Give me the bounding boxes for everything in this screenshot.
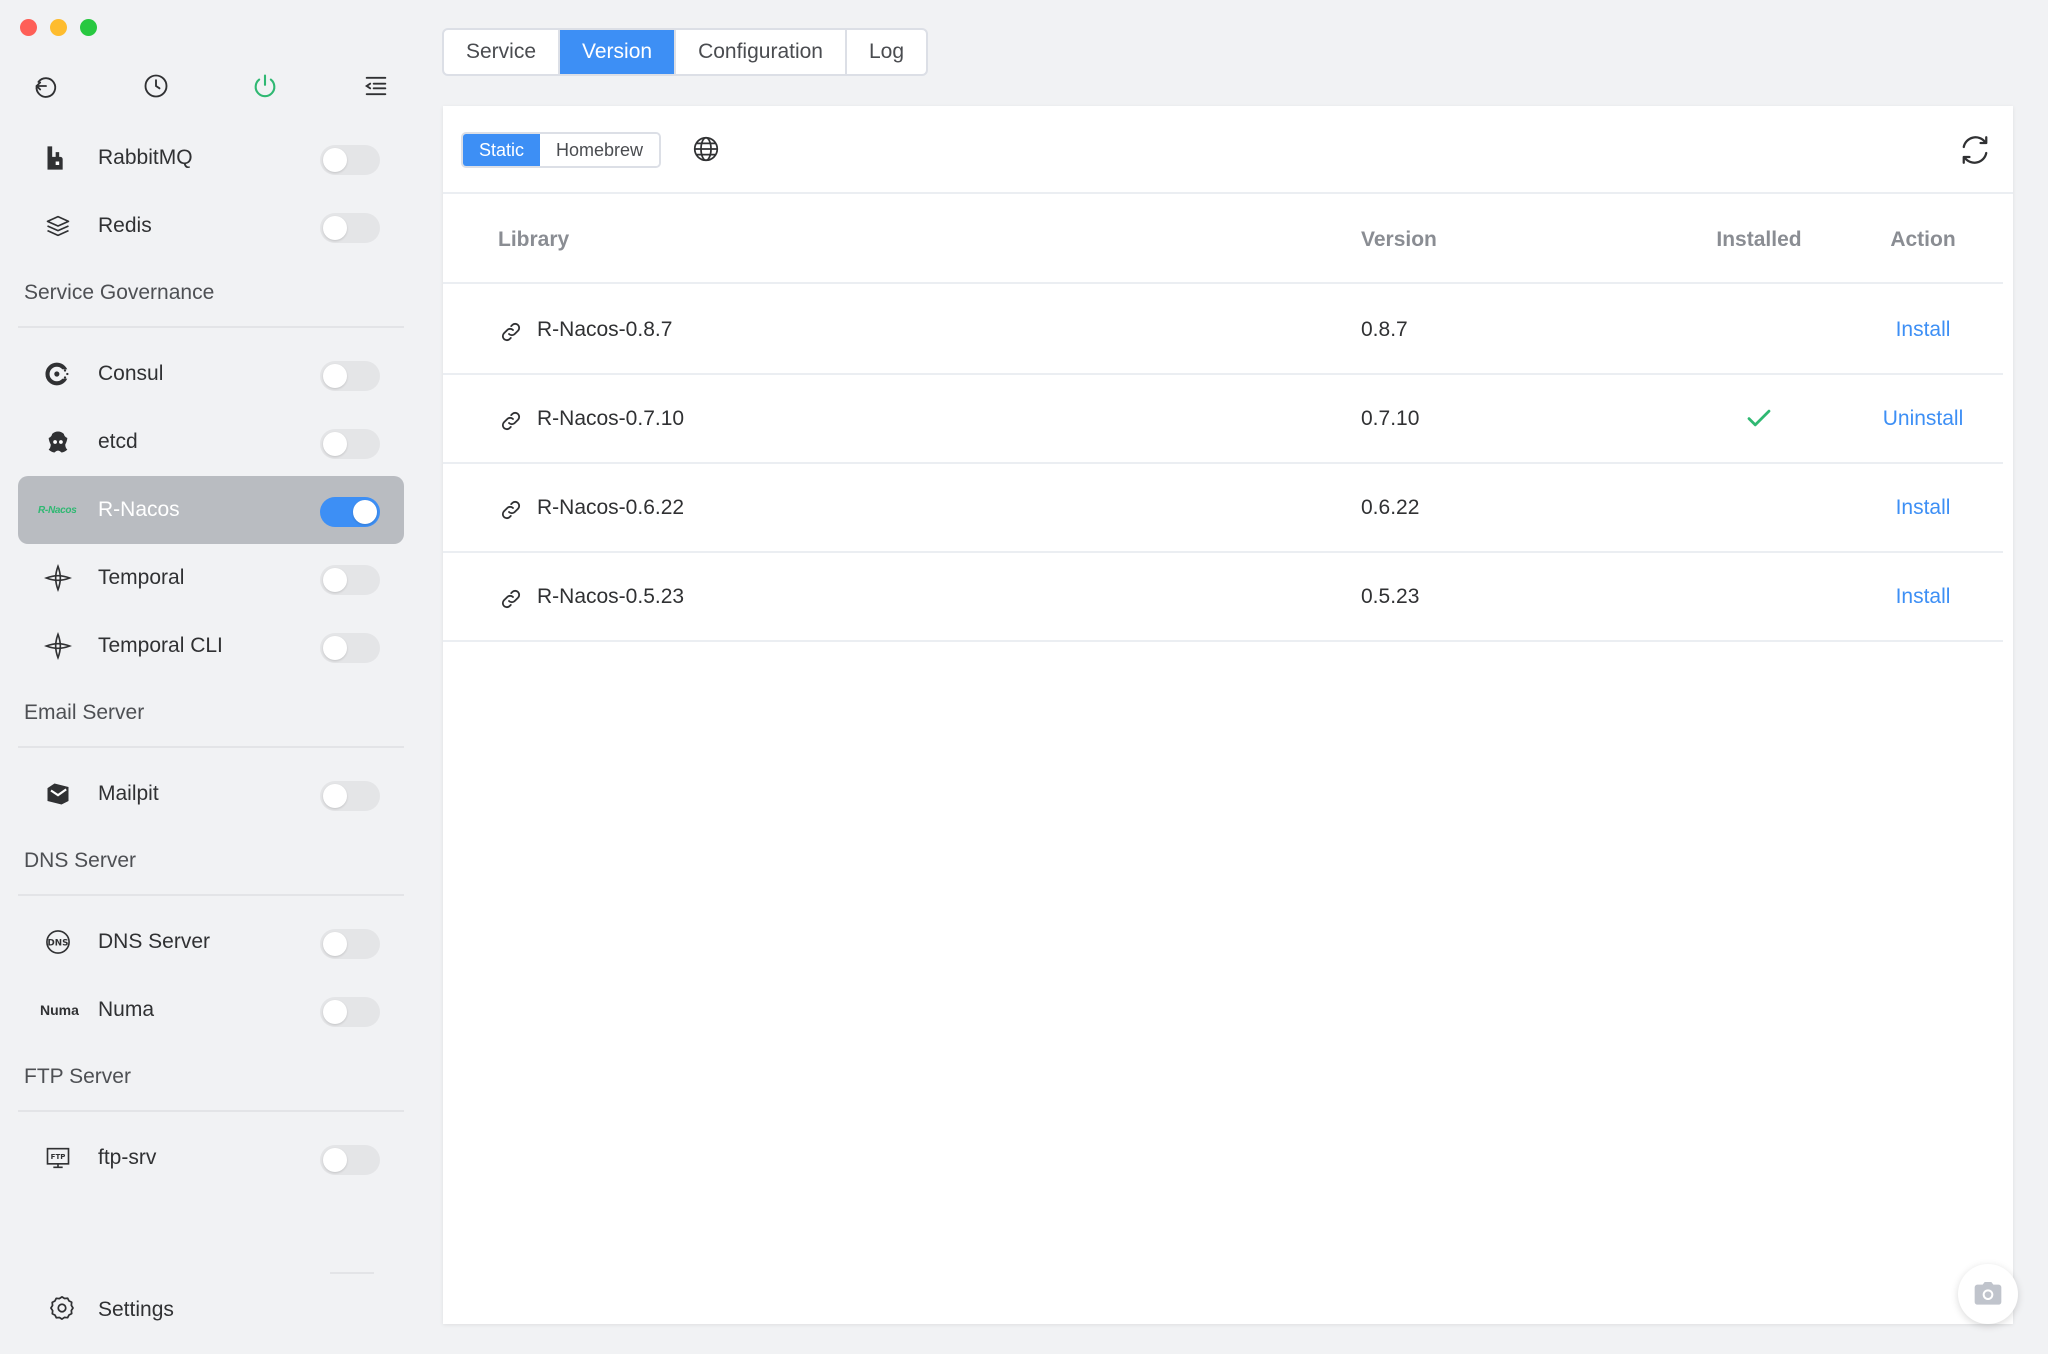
table-row: R-Nacos-0.5.23 0.5.23 Install xyxy=(443,553,2003,642)
tab-log[interactable]: Log xyxy=(847,30,926,74)
settings-label: Settings xyxy=(98,1298,174,1321)
version-cell: 0.5.23 xyxy=(1361,585,1420,608)
svg-text:FTP: FTP xyxy=(51,1153,66,1161)
etcd-toggle[interactable] xyxy=(320,429,380,459)
version-cell: 0.7.10 xyxy=(1361,407,1420,430)
sidebar-item-label: Numa xyxy=(98,998,155,1021)
power-icon[interactable] xyxy=(249,70,281,102)
ftp-srv-toggle[interactable] xyxy=(320,1145,380,1175)
table-row: R-Nacos-0.8.7 0.8.7 Install xyxy=(443,286,2003,375)
sidebar-item-label: Temporal CLI xyxy=(98,634,223,657)
sidebar-item-label: DNS Server xyxy=(98,930,211,953)
table-row: R-Nacos-0.6.22 0.6.22 Install xyxy=(443,464,2003,553)
header-version: Version xyxy=(1361,228,1437,251)
sidebar-item-redis[interactable]: Redis xyxy=(18,192,404,260)
library-name: R-Nacos-0.7.10 xyxy=(537,407,685,430)
sidebar-item-consul[interactable]: Consul xyxy=(18,340,404,408)
tab-version[interactable]: Version xyxy=(560,30,677,74)
zoom-window-button[interactable] xyxy=(80,19,97,36)
library-name: R-Nacos-0.6.22 xyxy=(537,496,685,519)
header-action: Action xyxy=(1890,228,1956,251)
tab-service[interactable]: Service xyxy=(444,30,561,74)
link-icon[interactable] xyxy=(499,320,523,344)
version-cell: 0.8.7 xyxy=(1361,318,1408,341)
install-button[interactable]: Install xyxy=(1843,318,2003,342)
homebrew-source-button[interactable]: Homebrew xyxy=(540,134,660,166)
section-title-dns-server: DNS Server xyxy=(18,828,404,896)
mailpit-toggle[interactable] xyxy=(320,781,380,811)
sidebar-item-dns-server[interactable]: DNS DNS Server xyxy=(18,908,404,976)
refresh-icon[interactable] xyxy=(1957,132,1993,168)
traffic-lights xyxy=(20,19,97,36)
sidebar-item-ftp-srv[interactable]: FTP ftp-srv xyxy=(18,1124,404,1192)
source-toggle: Static Homebrew xyxy=(461,132,662,168)
section-title-ftp-server: FTP Server xyxy=(18,1044,404,1112)
version-cell: 0.6.22 xyxy=(1361,496,1420,519)
sidebar-item-label: etcd xyxy=(98,430,138,453)
screenshot-button[interactable] xyxy=(1958,1264,2018,1324)
divider xyxy=(330,1272,374,1274)
table-row: R-Nacos-0.7.10 0.7.10 Uninstall xyxy=(443,375,2003,464)
sidebar-item-settings[interactable]: Settings xyxy=(18,1276,404,1344)
link-icon[interactable] xyxy=(499,498,523,522)
version-panel: Static Homebrew Library Version Installe… xyxy=(443,106,2013,1324)
camera-icon xyxy=(1974,1282,2002,1305)
sidebar-item-label: Consul xyxy=(98,362,164,385)
install-button[interactable]: Install xyxy=(1843,496,2003,520)
gear-icon xyxy=(48,1294,76,1327)
main-tabs: Service Version Configuration Log xyxy=(442,28,929,76)
redis-toggle[interactable] xyxy=(320,213,380,243)
sidebar-item-label: Temporal xyxy=(98,566,185,589)
link-icon[interactable] xyxy=(499,409,523,433)
sidebar: RabbitMQ Redis Service Governance Consul xyxy=(18,124,404,1192)
sidebar-item-etcd[interactable]: etcd xyxy=(18,408,404,476)
back-icon[interactable] xyxy=(30,70,62,102)
link-icon[interactable] xyxy=(499,587,523,611)
sidebar-item-numa[interactable]: Numa Numa xyxy=(18,976,404,1044)
sidebar-item-temporal[interactable]: Temporal xyxy=(18,544,404,612)
sidebar-item-label: RabbitMQ xyxy=(98,146,193,169)
installed-check-icon xyxy=(1689,403,1829,439)
rabbitmq-toggle[interactable] xyxy=(320,145,380,175)
globe-icon[interactable] xyxy=(691,134,721,164)
sidebar-item-label: Mailpit xyxy=(98,782,159,805)
sidebar-item-label: ftp-srv xyxy=(98,1146,157,1169)
menu-icon[interactable] xyxy=(360,70,392,102)
sidebar-item-label: Redis xyxy=(98,214,152,237)
library-name: R-Nacos-0.8.7 xyxy=(537,318,673,341)
tab-configuration[interactable]: Configuration xyxy=(676,30,847,74)
sidebar-item-r-nacos[interactable]: R-Nacos R-Nacos xyxy=(18,476,404,544)
sidebar-item-temporal-cli[interactable]: Temporal CLI xyxy=(18,612,404,680)
sidebar-toolbar xyxy=(30,70,400,102)
section-title-service-governance: Service Governance xyxy=(18,260,404,328)
library-name: R-Nacos-0.5.23 xyxy=(537,585,685,608)
header-library: Library xyxy=(498,228,570,251)
sidebar-item-rabbitmq[interactable]: RabbitMQ xyxy=(18,124,404,192)
temporal-cli-toggle[interactable] xyxy=(320,633,380,663)
consul-toggle[interactable] xyxy=(320,361,380,391)
app-window: RabbitMQ Redis Service Governance Consul xyxy=(0,0,2048,1354)
minimize-window-button[interactable] xyxy=(50,19,67,36)
section-title-email-server: Email Server xyxy=(18,680,404,748)
header-installed: Installed xyxy=(1716,228,1802,251)
numa-toggle[interactable] xyxy=(320,997,380,1027)
panel-toolbar: Static Homebrew xyxy=(443,106,2013,194)
clock-icon[interactable] xyxy=(140,70,172,102)
temporal-toggle[interactable] xyxy=(320,565,380,595)
sidebar-item-mailpit[interactable]: Mailpit xyxy=(18,760,404,828)
table-header: Library Version Installed Action xyxy=(443,196,2003,284)
static-source-button[interactable]: Static xyxy=(463,134,541,166)
uninstall-button[interactable]: Uninstall xyxy=(1843,407,2003,431)
close-window-button[interactable] xyxy=(20,19,37,36)
r-nacos-toggle[interactable] xyxy=(320,497,380,527)
svg-text:DNS: DNS xyxy=(48,938,69,948)
install-button[interactable]: Install xyxy=(1843,585,2003,609)
dns-server-toggle[interactable] xyxy=(320,929,380,959)
sidebar-item-label: R-Nacos xyxy=(98,498,180,521)
